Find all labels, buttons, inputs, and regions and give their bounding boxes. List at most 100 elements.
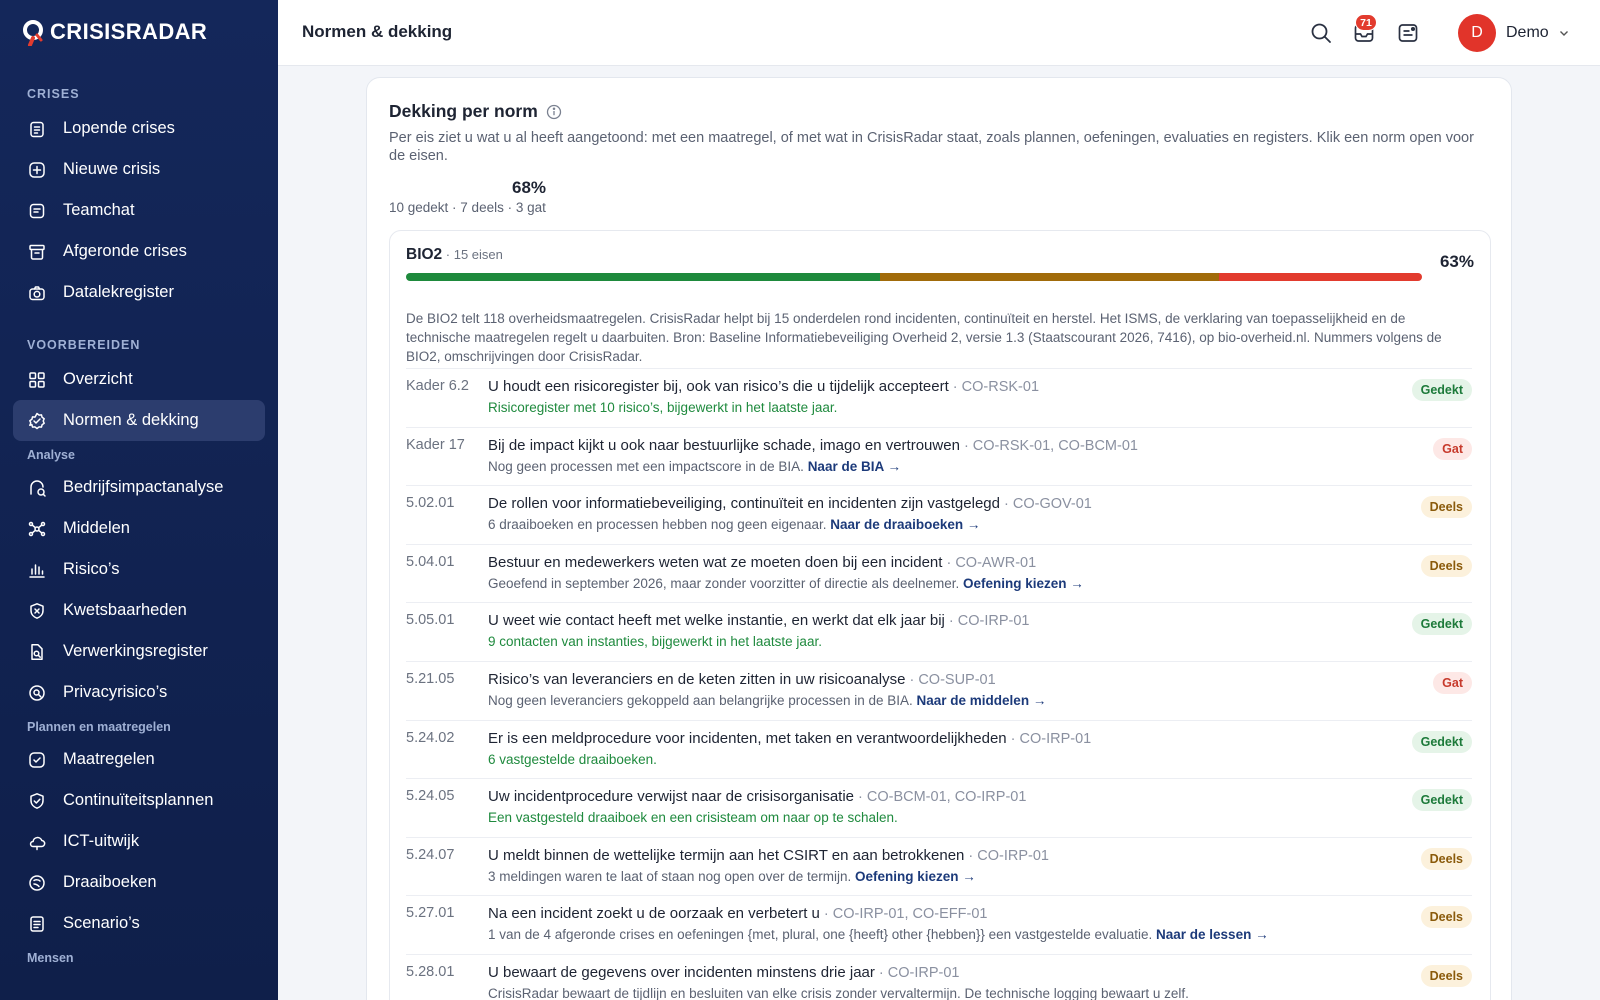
messages-icon[interactable] — [1396, 21, 1420, 45]
requirement-row[interactable]: 5.21.05 Risico’s van leveranciers en de k… — [406, 660, 1472, 720]
requirement-title-text: Uw incidentprocedure verwijst naar de cr… — [488, 788, 854, 806]
network-icon — [28, 521, 46, 536]
status-badge: Deels — [1420, 964, 1472, 987]
sidebar-item-label: Scenario’s — [63, 914, 140, 932]
requirement-row[interactable]: 5.28.01 U bewaart de gegevens over incide… — [406, 953, 1472, 1000]
requirement-evidence: 6 draaiboeken en processen hebben nog ge… — [488, 517, 980, 532]
sidebar-item-scenario-s[interactable]: Scenario’s — [13, 903, 265, 944]
requirement-action-link[interactable]: Naar de draaiboeken → — [830, 517, 980, 532]
sidebar: CRISISRADAR CRISES Lopende crises Nieuwe c… — [0, 0, 278, 1000]
sidebar-item-normen-dekking[interactable]: Normen & dekking — [13, 400, 265, 441]
sidebar-section-heading: Plannen en maatregelen — [27, 720, 171, 734]
archive-icon — [29, 244, 45, 260]
avatar[interactable]: D — [1458, 14, 1496, 52]
requirement-control-ref: · CO-IRP-01 — [1006, 730, 1092, 747]
requirement-code: Kader 17 — [406, 436, 465, 453]
sidebar-item-maatregelen[interactable]: Maatregelen — [13, 739, 265, 780]
requirement-row[interactable]: Kader 17 Bij de impact kijkt u ook naar b… — [406, 426, 1472, 486]
requirement-code: 5.05.01 — [406, 612, 455, 629]
requirement-action-link[interactable]: Naar de lessen → — [1156, 927, 1269, 942]
impact-icon — [30, 479, 46, 497]
requirement-row[interactable]: 5.24.07 U meldt binnen de wettelijke term… — [406, 836, 1472, 896]
sidebar-item-kwetsbaarheden[interactable]: Kwetsbaarheden — [13, 590, 265, 631]
requirement-row[interactable]: 5.24.05 Uw incidentprocedure verwijst naa… — [406, 778, 1472, 837]
requirement-row[interactable]: Kader 6.2 U houdt een risicoregister bij,… — [406, 368, 1472, 427]
sidebar-item-overzicht[interactable]: Overzicht — [13, 359, 265, 400]
sidebar-item-teamchat[interactable]: Teamchat — [13, 190, 265, 231]
sidebar-item-lopende-crises[interactable]: Lopende crises — [13, 108, 265, 149]
sidebar-item-label: Draaiboeken — [63, 873, 157, 891]
status-badge: Deels — [1420, 906, 1472, 929]
sidebar-item-verwerkingsregister[interactable]: Verwerkingsregister — [13, 631, 265, 672]
requirement-row[interactable]: 5.04.01 Bestuur en medewerkers weten wat … — [406, 543, 1472, 603]
sidebar-item-label: Lopende crises — [63, 119, 175, 137]
status-badge: Deels — [1420, 496, 1472, 519]
sidebar-item-nieuwe-crisis[interactable]: Nieuwe crisis — [13, 149, 265, 190]
sidebar-item-middelen[interactable]: Middelen — [13, 508, 265, 549]
requirement-action-link[interactable]: Naar de BIA → — [808, 459, 901, 474]
requirement-title-text: Er is een meldprocedure voor incidenten,… — [488, 729, 1007, 747]
sidebar-item-datalekregister[interactable]: Datalekregister — [13, 272, 265, 313]
requirement-action-link[interactable]: Oefening kiezen → — [963, 576, 1084, 591]
requirement-evidence: Risicoregister met 10 risico’s, bijgewer… — [488, 400, 837, 415]
requirement-row[interactable]: 5.05.01 U weet wie contact heeft met welk… — [406, 602, 1472, 661]
sidebar-section-heading: VOORBEREIDEN — [27, 338, 141, 352]
requirement-control-ref: · CO-IRP-01 — [874, 964, 960, 981]
requirement-row[interactable]: 5.02.01 De rollen voor informatiebeveilig… — [406, 485, 1472, 544]
search-icon[interactable] — [1309, 21, 1333, 45]
status-badge: Gat — [1433, 437, 1472, 460]
requirement-title: U bewaart de gegevens over incidenten mi… — [488, 964, 959, 981]
sidebar-item-draaiboeken[interactable]: Draaiboeken — [13, 862, 265, 903]
badge-check-icon — [29, 412, 45, 429]
sidebar-section-heading: Mensen — [27, 951, 74, 965]
bar-chart-icon — [29, 563, 45, 578]
requirement-control-ref: · CO-SUP-01 — [905, 671, 996, 688]
sidebar-item-label: Datalekregister — [63, 283, 174, 301]
requirement-title-text: U meldt binnen de wettelijke termijn aan… — [488, 846, 965, 864]
status-badge: Gedekt — [1411, 730, 1472, 753]
requirement-action-link[interactable]: Naar de middelen → — [917, 693, 1047, 708]
requirement-title-text: De rollen voor informatiebeveiliging, co… — [488, 495, 1000, 513]
requirement-title-text: U houdt een risicoregister bij, ook van … — [488, 378, 949, 395]
camera-icon — [29, 285, 45, 300]
requirement-control-ref: · CO-IRP-01 — [944, 613, 1030, 630]
norm-name: BIO2 · 15 eisen — [406, 246, 503, 264]
sidebar-item-label: Privacyrisico’s — [63, 683, 168, 701]
coverage-description: Per eis ziet u wat u al heeft aangetoond… — [389, 130, 1474, 164]
requirement-evidence-text: Nog geen processen met een impactscore i… — [488, 458, 808, 474]
requirement-title-text: U bewaart de gegevens over incidenten mi… — [488, 963, 875, 981]
coverage-card: Dekking per norm Per eis ziet u wat u al… — [366, 77, 1512, 1000]
requirement-title: U houdt een risicoregister bij, ook van … — [488, 378, 1039, 395]
sidebar-item-label: Maatregelen — [63, 750, 155, 768]
requirement-evidence: 6 vastgestelde draaiboeken. — [488, 752, 657, 767]
check-square-icon — [29, 751, 45, 768]
chevron-down-icon[interactable] — [1558, 27, 1570, 39]
requirement-row[interactable]: 5.27.01 Na een incident zoekt u de oorzaa… — [406, 895, 1472, 954]
user-name[interactable]: Demo — [1506, 24, 1549, 42]
book-icon — [29, 874, 45, 891]
sidebar-item-ict-uitwijk[interactable]: ICT-uitwijk — [13, 821, 265, 862]
requirement-code: 5.04.01 — [406, 553, 455, 570]
sidebar-item-afgeronde-crises[interactable]: Afgeronde crises — [13, 231, 265, 272]
requirement-action-link[interactable]: Oefening kiezen → — [855, 869, 976, 884]
sidebar-item-risico-s[interactable]: Risico’s — [13, 549, 265, 590]
requirement-row[interactable]: 5.24.02 Er is een meldprocedure voor inci… — [406, 719, 1472, 779]
sidebar-item-privacyrisico-s[interactable]: Privacyrisico’s — [13, 672, 265, 713]
sidebar-item-label: Risico’s — [63, 560, 120, 578]
brand-logo[interactable]: CRISISRADAR — [22, 18, 207, 46]
requirement-title-text: Risico’s van leveranciers en de keten zi… — [488, 670, 906, 688]
notification-badge: 71 — [1355, 14, 1377, 31]
requirement-code: 5.24.07 — [406, 846, 455, 863]
requirement-evidence: CrisisRadar bewaart de tijdlijn en beslu… — [488, 986, 1189, 1000]
crisisradar-logo-icon — [23, 20, 43, 46]
chat-lines-icon — [29, 203, 45, 218]
requirement-code: Kader 6.2 — [406, 378, 469, 394]
info-icon[interactable] — [546, 104, 562, 120]
cloud-icon — [29, 836, 46, 850]
requirement-evidence-text: Nog geen leveranciers gekoppeld aan bela… — [488, 692, 917, 708]
clipboard-list-icon — [30, 121, 44, 137]
norm-bio2[interactable]: BIO2 · 15 eisen 63% De BIO2 telt 118 ove… — [389, 230, 1491, 1000]
sidebar-item-label: Middelen — [63, 519, 130, 537]
sidebar-item-continu-teitsplannen[interactable]: Continuïteitsplannen — [13, 780, 265, 821]
sidebar-item-bedrijfsimpactanalyse[interactable]: Bedrijfsimpactanalyse — [13, 467, 265, 508]
